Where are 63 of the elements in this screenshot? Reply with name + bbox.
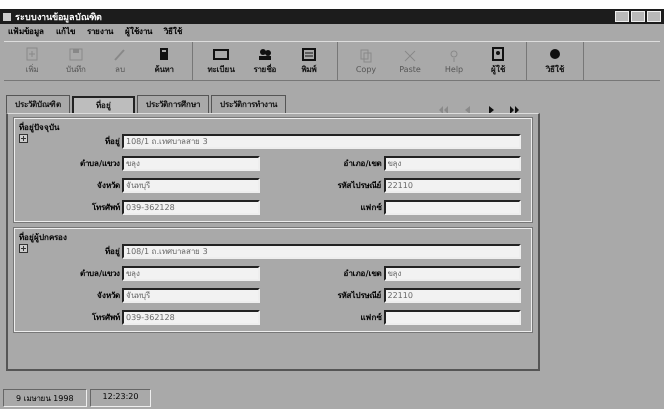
field-label: ที่อยู่ bbox=[104, 135, 120, 148]
toolbar-button[interactable]: ทะเบียน bbox=[199, 42, 243, 80]
field-label: แฟกซ์ bbox=[360, 202, 382, 214]
field-label: รหัสไปรษณีย์ bbox=[336, 290, 382, 302]
copy-icon bbox=[358, 48, 374, 62]
app-icon bbox=[3, 12, 11, 20]
field-label: ตำบล/แขวง bbox=[79, 158, 120, 170]
card-icon bbox=[213, 46, 229, 60]
text-field[interactable]: 108/1 ถ.เทศบาลสาย 3 bbox=[122, 134, 521, 149]
text-field[interactable]: ขลุง bbox=[122, 266, 260, 281]
maximize-button[interactable] bbox=[631, 11, 645, 22]
scissors-icon bbox=[402, 48, 418, 62]
last-record-button[interactable] bbox=[510, 103, 520, 113]
field-label: รหัสไปรษณีย์ bbox=[336, 180, 382, 192]
field-label: จังหวัด bbox=[96, 180, 120, 192]
toolbar-button[interactable]: ผู้ใช้ bbox=[476, 42, 520, 80]
people-icon bbox=[257, 46, 273, 60]
menu-item[interactable]: แฟ้มข้อมูล bbox=[8, 25, 44, 38]
close-button[interactable] bbox=[647, 11, 661, 22]
text-field[interactable]: 22110 bbox=[384, 178, 521, 193]
text-field[interactable]: 039-362128 bbox=[122, 310, 260, 325]
text-field[interactable]: ขลุง bbox=[384, 156, 521, 171]
text-field[interactable]: 22110 bbox=[384, 288, 521, 303]
menu-item[interactable]: รายงาน bbox=[87, 25, 113, 38]
field-label: โทรศัพท์ bbox=[91, 202, 120, 214]
toolbar-button[interactable]: พิมพ์ bbox=[287, 42, 331, 80]
field-label: จังหวัด bbox=[96, 290, 120, 302]
field-label: โทรศัพท์ bbox=[91, 312, 120, 324]
text-field[interactable] bbox=[384, 310, 521, 325]
group-title: ที่อยู่ปัจจุบัน bbox=[19, 121, 60, 134]
tab[interactable]: ประวัติการศึกษา bbox=[137, 95, 209, 113]
tab[interactable]: ประวัติบัณฑิต bbox=[6, 95, 70, 113]
text-field[interactable]: 108/1 ถ.เทศบาลสาย 3 bbox=[122, 244, 521, 259]
menu-item[interactable]: วิธีใช้ bbox=[164, 25, 182, 38]
tab[interactable]: ที่อยู่ bbox=[72, 96, 135, 113]
page-icon bbox=[24, 46, 40, 60]
text-field[interactable]: ขลุง bbox=[384, 266, 521, 281]
field-label: ตำบล/แขวง bbox=[79, 268, 120, 280]
minimize-button[interactable] bbox=[615, 11, 629, 22]
status-cell: 9 เมษายน 1998 bbox=[3, 389, 87, 407]
expand-icon bbox=[19, 134, 28, 143]
id-card-icon bbox=[490, 46, 506, 60]
text-field[interactable] bbox=[384, 200, 521, 215]
field-label: อำเภอ/เขต bbox=[342, 158, 382, 170]
toolbar-button[interactable]: ค้นหา bbox=[142, 42, 186, 80]
window-title: ระบบงานข้อมูลบัณฑิต bbox=[15, 11, 103, 24]
text-field[interactable]: ขลุง bbox=[122, 156, 260, 171]
next-button[interactable] bbox=[486, 103, 496, 113]
text-field[interactable]: จันทบุรี bbox=[122, 178, 260, 193]
field-label: แฟกซ์ bbox=[360, 312, 382, 324]
menu-item[interactable]: แก้ไข bbox=[56, 25, 75, 38]
expand-icon bbox=[19, 244, 28, 253]
toolbar-button[interactable]: รายชื่อ bbox=[243, 42, 287, 80]
field-label: ที่อยู่ bbox=[104, 245, 120, 258]
tab[interactable]: ประวัติการทำงาน bbox=[211, 95, 286, 113]
text-field[interactable]: 039-362128 bbox=[122, 200, 260, 215]
menu-item[interactable]: ผู้ใช้งาน bbox=[125, 25, 152, 38]
field-label: อำเภอ/เขต bbox=[342, 268, 382, 280]
status-cell: 12:23:20 bbox=[90, 389, 152, 407]
list-icon bbox=[301, 46, 317, 60]
group-title: ที่อยู่ผู้ปกครอง bbox=[19, 231, 68, 244]
toolbar-button[interactable]: วิธีใช้ bbox=[533, 42, 577, 80]
text-field[interactable]: จันทบุรี bbox=[122, 288, 260, 303]
